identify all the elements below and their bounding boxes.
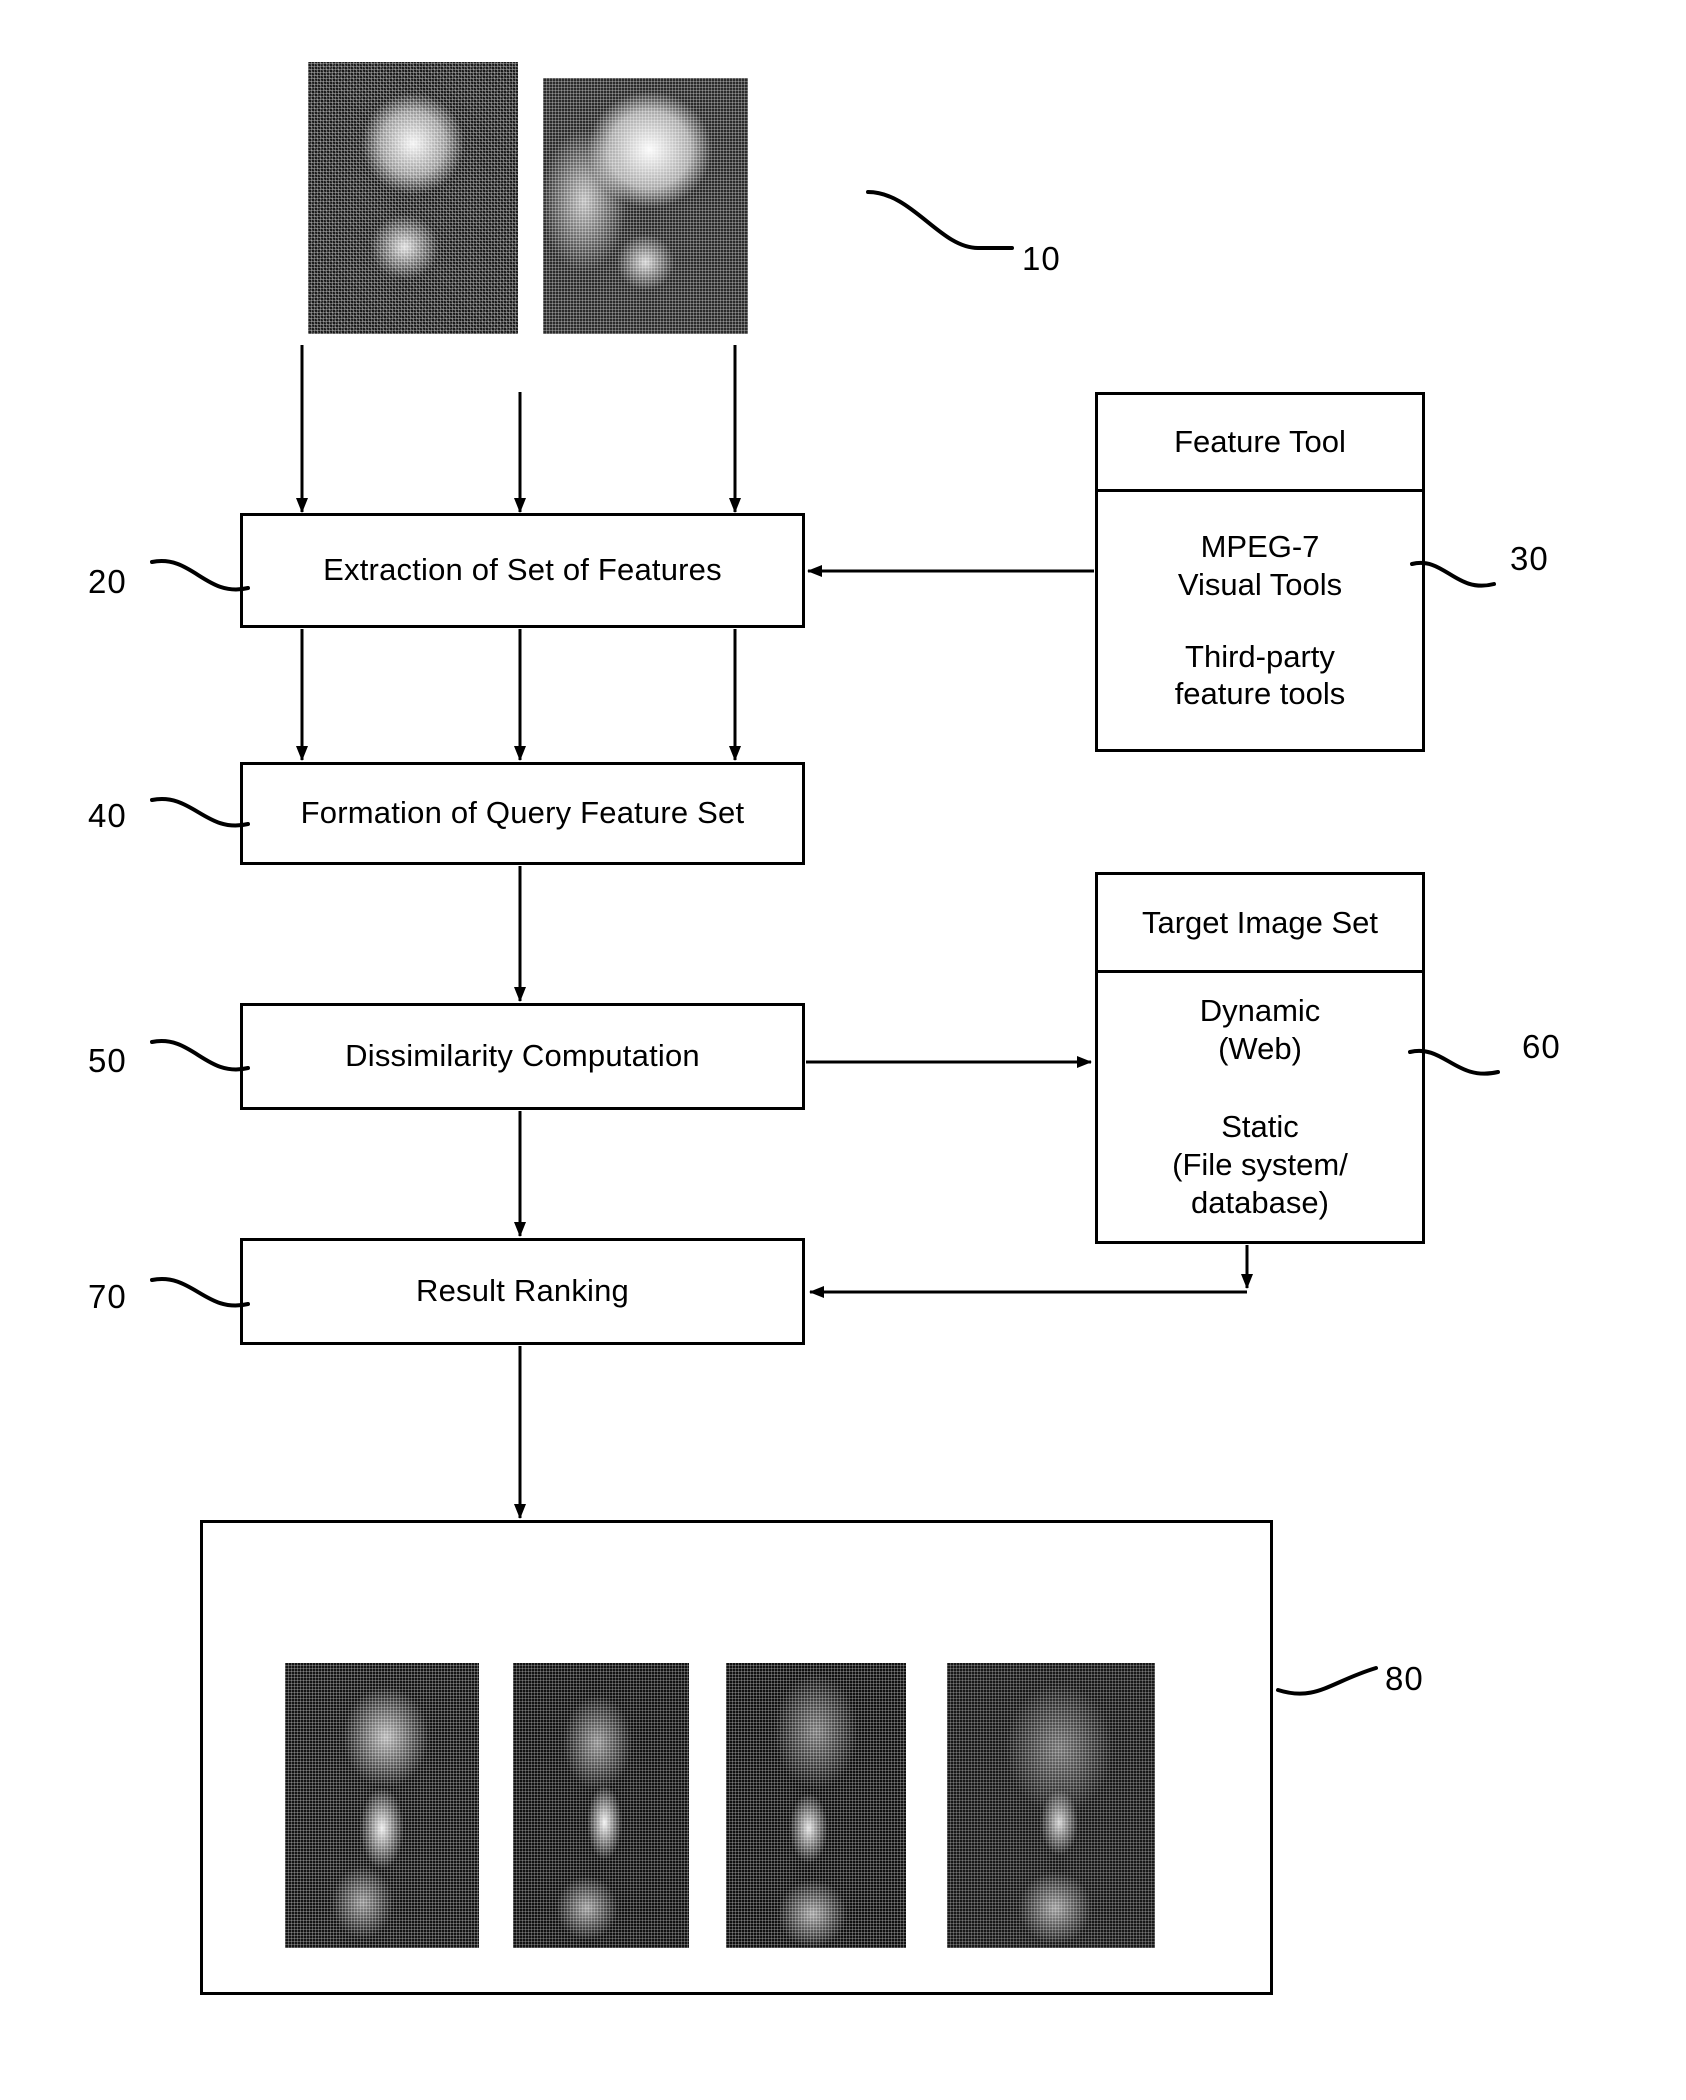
process-box-result-ranking-label: Result Ranking — [415, 1273, 630, 1309]
target-image-set-entry-1: Static (File system/ database) — [1172, 1108, 1348, 1221]
feature-tool-body: MPEG-7 Visual Tools Third-party feature … — [1098, 492, 1422, 749]
result-portrait-2 — [513, 1663, 689, 1948]
reference-numeral-20: 20 — [88, 563, 127, 600]
process-box-formation: Formation of Query Feature Set — [240, 762, 805, 865]
process-box-extraction: Extraction of Set of Features — [240, 513, 805, 628]
process-box-result-ranking: Result Ranking — [240, 1238, 805, 1345]
feature-tool-header: Feature Tool — [1098, 395, 1422, 492]
process-box-formation-label: Formation of Query Feature Set — [300, 795, 745, 831]
leader-line-50 — [150, 1039, 250, 1072]
process-box-dissimilarity: Dissimilarity Computation — [240, 1003, 805, 1110]
result-portrait-1 — [285, 1663, 479, 1948]
leader-line-20 — [150, 559, 250, 592]
target-image-set-entry-0-line-0: Dynamic — [1199, 993, 1321, 1029]
reference-numeral-40: 40 — [88, 797, 127, 834]
leader-line-40 — [150, 796, 250, 828]
target-image-set-entry-1-line-0: Static — [1221, 1109, 1299, 1145]
feature-tool-entry-1-line-0: Third-party — [1185, 638, 1335, 674]
process-box-dissimilarity-label: Dissimilarity Computation — [345, 1038, 700, 1074]
result-portrait-4 — [947, 1663, 1155, 1948]
reference-numeral-30: 30 — [1510, 540, 1549, 577]
process-box-extraction-label: Extraction of Set of Features — [323, 552, 722, 588]
target-image-set-entry-1-line-2: database) — [1191, 1184, 1329, 1220]
leader-line-80 — [1276, 1666, 1378, 1696]
reference-numeral-80: 80 — [1385, 1660, 1424, 1697]
target-image-set-entry-0-line-1: (Web) — [1218, 1031, 1302, 1067]
reference-numeral-10: 10 — [1022, 240, 1061, 277]
feature-tool-entry-0-line-0: MPEG-7 — [1200, 528, 1320, 564]
query-portrait-1 — [308, 62, 518, 334]
reference-numeral-60: 60 — [1522, 1028, 1561, 1065]
reference-numeral-50: 50 — [88, 1042, 127, 1079]
target-image-set-body: Dynamic (Web) Static (File system/ datab… — [1098, 973, 1422, 1241]
target-image-set-entry-0: Dynamic (Web) — [1200, 992, 1321, 1068]
leader-line-70 — [150, 1276, 250, 1308]
result-portrait-3 — [726, 1663, 906, 1948]
target-image-set-header: Target Image Set — [1098, 875, 1422, 973]
figure-canvas: Extraction of Set of Features Formation … — [0, 0, 1686, 2100]
target-image-set-panel: Target Image Set Dynamic (Web) Static (F… — [1095, 872, 1425, 1244]
target-image-set-entry-1-line-1: (File system/ — [1172, 1146, 1348, 1182]
feature-tool-entry-0: MPEG-7 Visual Tools — [1178, 528, 1342, 604]
feature-tool-entry-1-line-1: feature tools — [1174, 676, 1346, 712]
query-portrait-2 — [543, 78, 748, 334]
reference-numeral-70: 70 — [88, 1278, 127, 1315]
leader-line-10 — [866, 190, 1014, 250]
feature-tool-panel: Feature Tool MPEG-7 Visual Tools Third-p… — [1095, 392, 1425, 752]
feature-tool-entry-0-line-1: Visual Tools — [1177, 566, 1343, 602]
feature-tool-title: Feature Tool — [1174, 424, 1346, 459]
feature-tool-entry-1: Third-party feature tools — [1175, 638, 1346, 714]
target-image-set-title: Target Image Set — [1141, 904, 1379, 940]
